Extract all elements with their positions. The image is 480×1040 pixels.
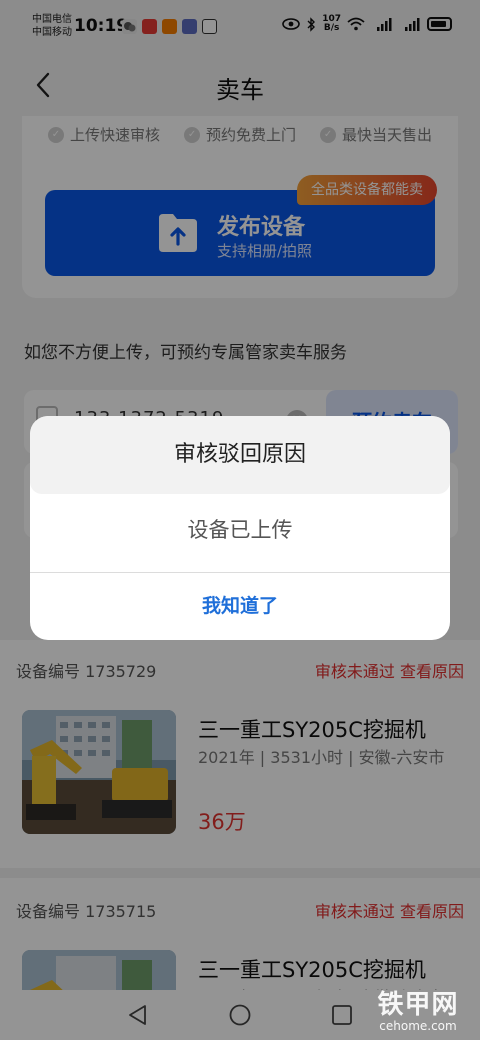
watermark-logo-text: 铁甲网 <box>377 990 459 1020</box>
site-watermark: 铁甲网 cehome.com <box>366 984 470 1033</box>
dialog-title: 审核驳回原因 <box>30 416 450 494</box>
dialog-message: 设备已上传 <box>187 518 293 542</box>
rejection-reason-dialog: 审核驳回原因 设备已上传 我知道了 <box>30 416 450 640</box>
watermark-domain: cehome.com <box>379 1019 457 1033</box>
dialog-confirm-button[interactable]: 我知道了 <box>30 573 450 640</box>
